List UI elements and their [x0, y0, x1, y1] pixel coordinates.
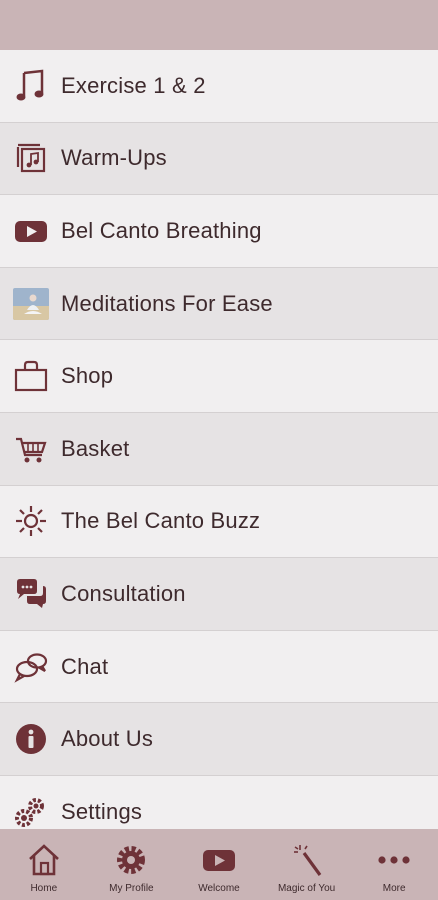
menu-item-label: About Us	[61, 726, 154, 752]
music-note-icon	[13, 68, 49, 104]
menu-item-consultation[interactable]: Consultation	[0, 558, 438, 631]
more-dots-icon	[378, 856, 410, 864]
menu-item-label: Basket	[61, 435, 130, 461]
bottom-tab-bar: Home My Profile Welcome Magic of You Mor…	[0, 829, 438, 900]
home-icon	[28, 844, 59, 876]
menu-item-label: Warm-Ups	[61, 145, 167, 171]
side-menu: Exercise 1 & 2 Warm-Ups Bel Canto Breath…	[0, 50, 438, 829]
tab-more[interactable]: More	[354, 829, 434, 894]
top-app-bar	[0, 0, 438, 50]
tab-my-profile[interactable]: My Profile	[91, 829, 171, 894]
menu-item-settings[interactable]: Settings	[0, 775, 438, 829]
tab-label: Welcome	[198, 883, 240, 894]
menu-item-buzz[interactable]: The Bel Canto Buzz	[0, 485, 438, 559]
menu-item-basket[interactable]: Basket	[0, 412, 438, 486]
menu-item-meditations[interactable]: Meditations For Ease	[0, 267, 438, 341]
menu-item-label: Consultation	[61, 580, 186, 606]
menu-item-label: Chat	[61, 653, 109, 679]
tab-welcome[interactable]: Welcome	[179, 829, 259, 894]
tab-label: Magic of You	[277, 883, 336, 894]
sun-icon	[13, 503, 49, 539]
tab-home[interactable]: Home	[4, 829, 84, 894]
menu-item-shop[interactable]: Shop	[0, 340, 438, 413]
menu-item-breathing[interactable]: Bel Canto Breathing	[0, 195, 438, 268]
chat-bubbles-icon	[13, 576, 49, 612]
menu-item-about[interactable]: About Us	[0, 703, 438, 776]
chat-outline-icon	[13, 649, 49, 685]
menu-item-warm-ups[interactable]: Warm-Ups	[0, 122, 438, 196]
tab-magic-of-you[interactable]: Magic of You	[267, 829, 347, 894]
menu-item-chat[interactable]: Chat	[0, 630, 438, 704]
info-icon	[13, 721, 49, 757]
tab-label: More	[382, 883, 406, 894]
youtube-icon	[202, 850, 235, 871]
menu-item-label: Shop	[61, 363, 114, 389]
tab-label: Home	[30, 883, 58, 894]
menu-item-label: The Bel Canto Buzz	[61, 508, 261, 534]
menu-item-label: Exercise 1 & 2	[61, 72, 206, 98]
gear-icon	[117, 846, 146, 874]
menu-item-label: Meditations For Ease	[61, 290, 273, 316]
music-library-icon	[13, 140, 49, 176]
shopping-bag-icon	[13, 358, 49, 394]
gears-icon	[13, 794, 49, 829]
tab-label: My Profile	[109, 883, 154, 894]
menu-item-label: Bel Canto Breathing	[61, 217, 262, 243]
magic-wand-icon	[293, 845, 321, 876]
youtube-icon	[13, 213, 49, 249]
menu-item-exercise[interactable]: Exercise 1 & 2	[0, 50, 438, 123]
menu-item-label: Settings	[61, 798, 143, 824]
meditation-thumbnail	[13, 286, 49, 322]
cart-icon	[13, 431, 49, 467]
